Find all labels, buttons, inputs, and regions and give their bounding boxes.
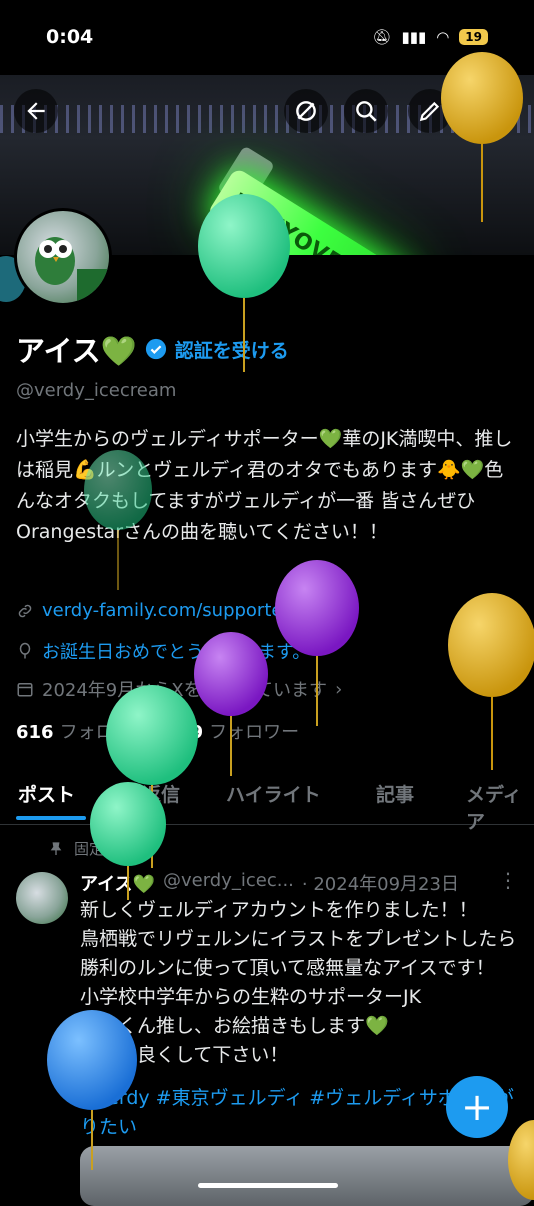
wifi-icon: ◠: [436, 28, 450, 46]
tab-articles[interactable]: 記事: [376, 780, 414, 807]
pinned-row: 固定: [48, 838, 104, 859]
post-text: 新しくヴェルディアカウントを作りました！！ 鳥栖戦でリヴェルンにイラストをプレゼ…: [80, 899, 517, 1066]
post-header: アイス💚 @verdy_icec... · 2024年09月23日: [80, 870, 459, 896]
status-icons: 🔕︎ ▮▮▮ ◠ 19: [372, 28, 488, 46]
balloon-gold-right: [448, 593, 534, 770]
banner-crowd: [0, 105, 534, 133]
link-icon: [18, 604, 32, 617]
birthday-row: お誕生日おめでとうございます。: [16, 638, 310, 664]
chevron-right-icon: ›: [335, 678, 343, 700]
balloon-icon: [19, 642, 31, 659]
post-image[interactable]: [80, 1146, 534, 1206]
follow-stats: 616 フォロー 449 フォロワー: [16, 718, 299, 744]
profile-handle: @verdy_icecream: [16, 380, 177, 401]
post-avatar[interactable]: [16, 872, 68, 924]
following-label: フォロー: [59, 722, 132, 743]
joined-date: 2024年9月からXを利用しています: [42, 680, 328, 701]
penlight-text: TOKYOVERDY: [229, 189, 392, 255]
post-date[interactable]: · 2024年09月23日: [302, 870, 459, 896]
profile-avatar[interactable]: [14, 208, 112, 306]
following-count: 616: [16, 722, 54, 743]
slash-circle-icon: [296, 101, 316, 121]
owl-mascot-image: [35, 237, 107, 303]
penlight: TOKYOVERDY: [206, 167, 415, 255]
edit-button[interactable]: [408, 89, 452, 133]
tab-highlights[interactable]: ハイライト: [226, 780, 321, 807]
back-button[interactable]: [14, 89, 58, 133]
joined-row[interactable]: 2024年9月からXを利用しています ›: [16, 676, 342, 702]
website-row[interactable]: verdy-family.com/supporters/sup...: [16, 600, 355, 621]
pin-icon: [50, 841, 62, 855]
home-indicator[interactable]: [198, 1183, 338, 1188]
tab-media[interactable]: メディア: [466, 780, 534, 834]
tab-replies[interactable]: 返信: [142, 780, 180, 807]
followers-stat[interactable]: 449 フォロワー: [166, 718, 300, 744]
following-stat[interactable]: 616 フォロー: [16, 718, 132, 744]
battery-level: 19: [459, 29, 488, 45]
pencil-icon: [419, 101, 440, 122]
followers-label: フォロワー: [209, 722, 300, 743]
verified-badge-icon[interactable]: [145, 338, 167, 360]
birthday-text[interactable]: お誕生日おめでとうございます。: [42, 638, 310, 664]
followers-count: 449: [165, 722, 204, 743]
display-name: アイス💚: [16, 334, 137, 368]
mute-icon: 🔕︎: [372, 28, 392, 46]
pinned-label: 固定: [74, 840, 105, 858]
compose-post-button[interactable]: +: [446, 1076, 508, 1138]
website-link[interactable]: verdy-family.com/supporters/sup...: [42, 600, 355, 621]
plus-icon: +: [461, 1085, 493, 1129]
search-button[interactable]: [344, 89, 388, 133]
back-arrow-icon: [27, 102, 45, 120]
active-tab-indicator: [16, 816, 86, 820]
search-icon: [356, 101, 377, 122]
more-options-icon[interactable]: ⋮: [498, 868, 518, 892]
get-verified-link[interactable]: 認証を受ける: [175, 336, 289, 363]
profile-bio: 小学生からのヴェルディサポーター💚華のJK満喫中、推しは稲見💪ルンとヴェルディ君…: [16, 428, 513, 543]
post-author-name[interactable]: アイス💚: [80, 870, 155, 896]
no-translate-button[interactable]: [284, 89, 328, 133]
tab-posts[interactable]: ポスト: [18, 780, 75, 807]
status-time: 0:04: [46, 26, 94, 48]
signal-icon: ▮▮▮: [401, 28, 427, 46]
name-row: アイス💚 認証を受ける: [16, 328, 289, 370]
post-author-handle[interactable]: @verdy_icec...: [163, 870, 294, 896]
calendar-icon: [17, 683, 33, 697]
